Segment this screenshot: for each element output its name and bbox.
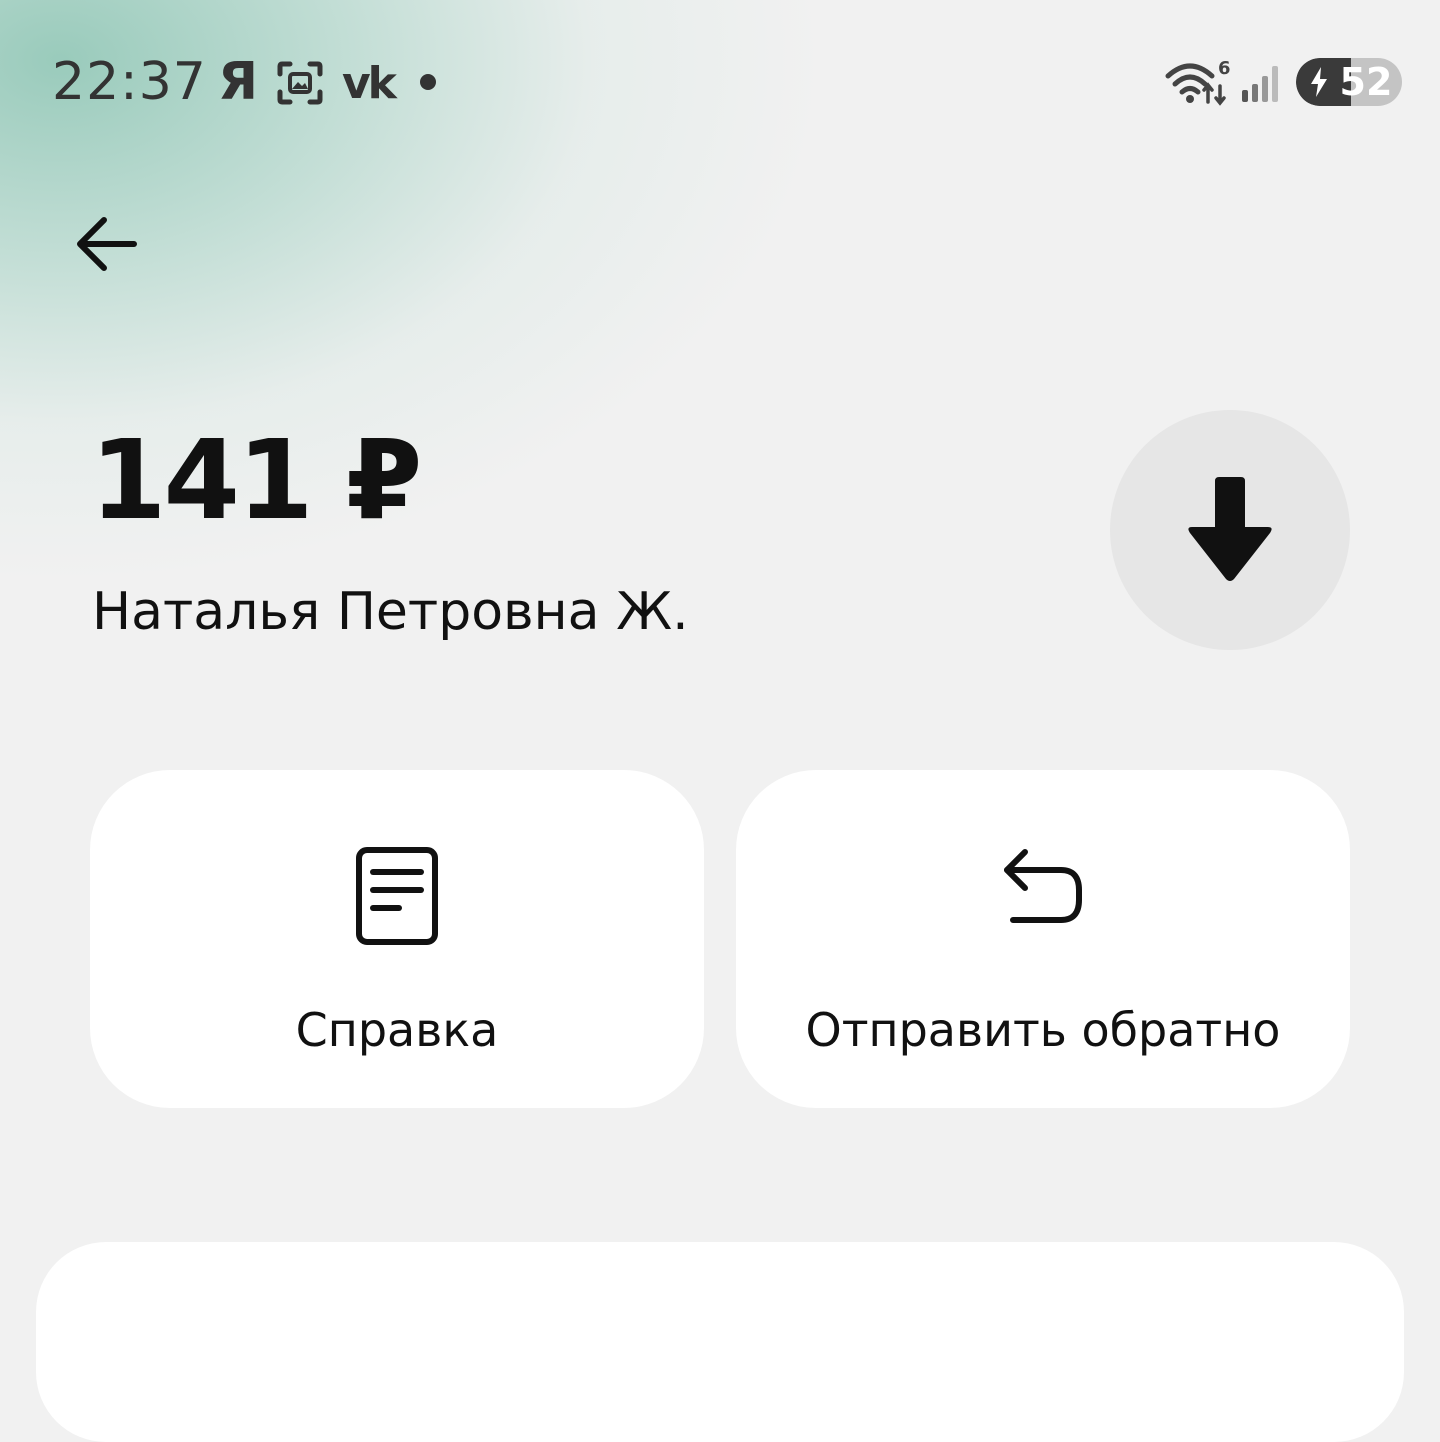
arrow-down-icon	[1188, 477, 1272, 581]
arrow-left-icon	[77, 217, 137, 271]
status-bar: 22:37 Я vk 6 52	[0, 0, 1440, 165]
send-back-label: Отправить обратно	[805, 1003, 1281, 1057]
document-icon	[356, 847, 438, 945]
signal-icon	[1242, 66, 1278, 102]
return-arrow-icon	[1004, 849, 1082, 923]
screenshot-icon	[277, 61, 323, 105]
status-time: 22:37	[52, 52, 207, 112]
wifi-badge: 6	[1218, 58, 1230, 79]
notification-dot-icon	[420, 74, 436, 90]
back-button[interactable]	[68, 206, 144, 282]
yandex-icon: Я	[218, 52, 259, 112]
incoming-transfer-badge	[1110, 410, 1350, 650]
vk-icon: vk	[342, 58, 397, 109]
receipt-button[interactable]: Справка	[90, 770, 704, 1108]
battery-indicator: 52	[1296, 58, 1402, 106]
charging-bolt-icon	[1311, 67, 1327, 97]
details-card	[36, 1242, 1404, 1442]
send-back-button[interactable]: Отправить обратно	[736, 770, 1350, 1108]
battery-level: 52	[1339, 60, 1393, 104]
recipient-name: Наталья Петровна Ж.	[92, 582, 689, 642]
transaction-amount: 141 ₽	[90, 416, 422, 544]
wifi-icon: 6	[1165, 58, 1230, 106]
receipt-label: Справка	[295, 1003, 499, 1057]
